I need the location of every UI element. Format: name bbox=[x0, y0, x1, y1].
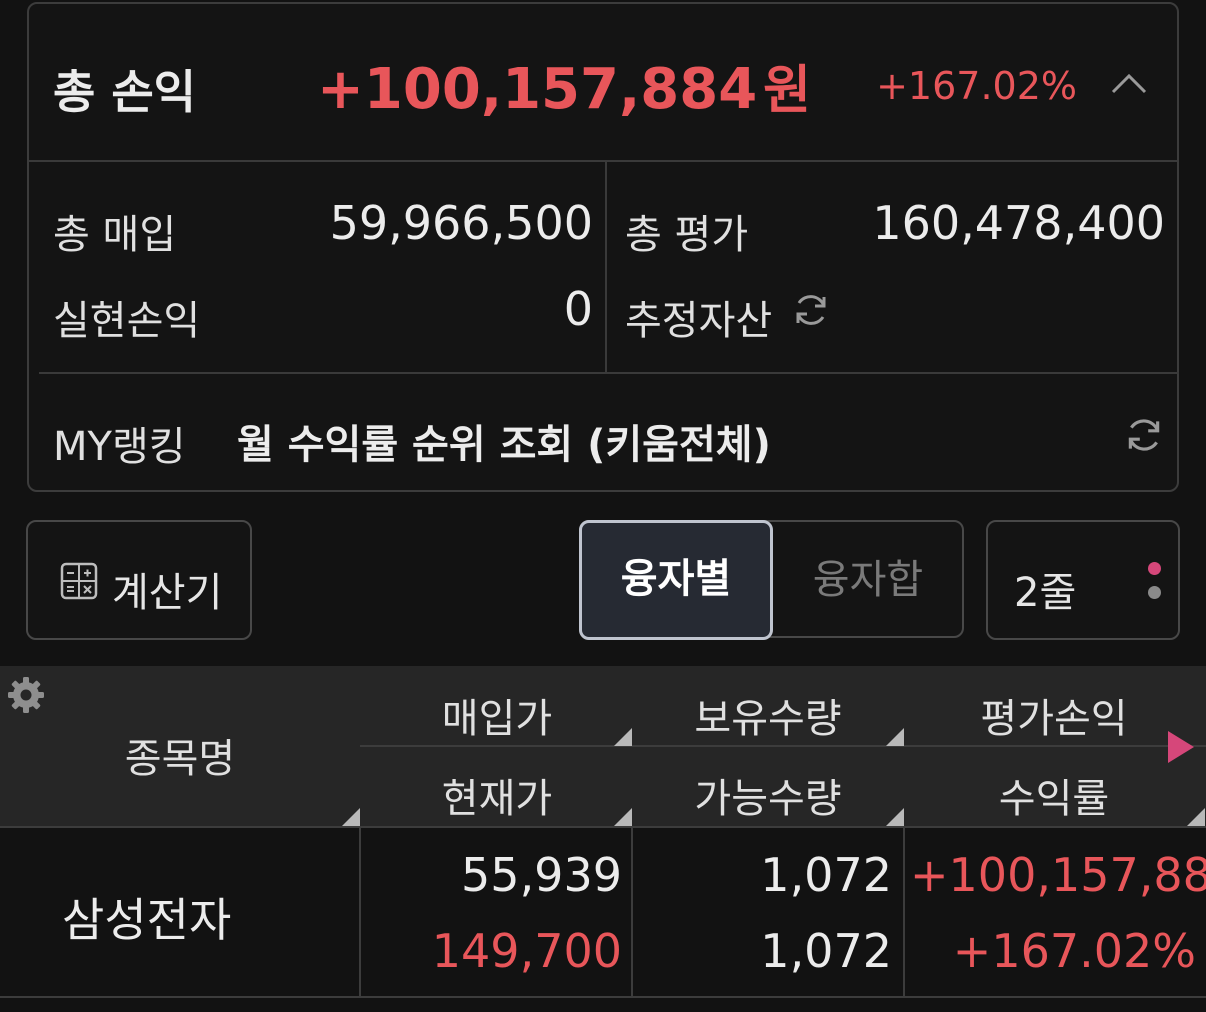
sort-corner-icon bbox=[614, 728, 632, 746]
row-lines-label: 2줄 bbox=[1014, 570, 1077, 616]
summary-details: 총 매입 59,966,500 총 평가 160,478,400 실현손익 0 … bbox=[29, 162, 1177, 373]
my-ranking-row[interactable]: MY랭킹 월 수익률 순위 조회 (키움전체) bbox=[39, 372, 1179, 492]
header-holding-qty[interactable]: 보유수량 bbox=[658, 686, 878, 744]
refresh-icon[interactable] bbox=[1123, 414, 1165, 456]
header-buy-price[interactable]: 매입가 bbox=[397, 686, 597, 744]
total-pl-label: 총 손익 bbox=[53, 65, 196, 119]
total-eval-label: 총 평가 bbox=[625, 212, 749, 258]
sort-corner-icon bbox=[886, 808, 904, 826]
current-price-cell: 149,700 bbox=[431, 924, 622, 978]
sort-corner-icon bbox=[1187, 808, 1205, 826]
column-divider bbox=[903, 826, 905, 998]
header-eval-pl[interactable]: 평가손익 bbox=[944, 686, 1164, 744]
holding-qty-cell: 1,072 bbox=[760, 848, 892, 902]
header-divider bbox=[360, 745, 1206, 747]
header-return-rate[interactable]: 수익률 bbox=[944, 766, 1164, 824]
return-rate-cell: +167.02% bbox=[952, 924, 1196, 978]
gear-icon[interactable] bbox=[7, 676, 45, 714]
available-qty-cell: 1,072 bbox=[760, 924, 892, 978]
more-dots-icon bbox=[1148, 586, 1161, 599]
stock-name[interactable]: 삼성전자 bbox=[62, 884, 231, 950]
currency-unit: 원 bbox=[763, 61, 811, 121]
estimated-assets-label: 추정자산 bbox=[625, 298, 773, 344]
account-summary-card: 총 손익 +100,157,884 원 +167.02% 총 매입 59,966,… bbox=[27, 2, 1179, 492]
sort-corner-icon bbox=[342, 808, 360, 826]
column-divider bbox=[631, 826, 633, 998]
total-pl-amount: +100,157,884 원 bbox=[317, 57, 811, 122]
eval-pl-cell: +100,157,884 bbox=[910, 848, 1206, 902]
sort-corner-icon bbox=[614, 808, 632, 826]
scroll-right-arrow-icon[interactable] bbox=[1168, 731, 1194, 763]
calculator-icon bbox=[60, 562, 98, 600]
column-divider bbox=[359, 826, 361, 998]
more-dots-icon bbox=[1148, 562, 1161, 575]
buy-price-cell: 55,939 bbox=[461, 848, 622, 902]
calculator-label: 계산기 bbox=[112, 570, 223, 616]
tab-loan-sum[interactable]: 융자합 bbox=[773, 522, 963, 638]
header-available-qty[interactable]: 가능수량 bbox=[658, 766, 878, 824]
total-eval-value: 160,478,400 bbox=[872, 196, 1165, 250]
column-divider bbox=[605, 162, 607, 373]
tab-by-loan[interactable]: 융자별 bbox=[579, 520, 773, 640]
total-pl-rate: +167.02% bbox=[876, 64, 1077, 108]
header-stock-name[interactable]: 종목명 bbox=[80, 726, 280, 784]
refresh-icon[interactable] bbox=[791, 290, 831, 330]
calculator-button[interactable]: 계산기 bbox=[26, 520, 252, 640]
loan-view-segmented-control: 융자별 융자합 bbox=[579, 520, 964, 640]
chevron-up-icon[interactable] bbox=[1109, 66, 1149, 100]
total-pl-row[interactable]: 총 손익 +100,157,884 원 +167.02% bbox=[29, 4, 1177, 162]
row-lines-toggle-button[interactable]: 2줄 bbox=[986, 520, 1180, 640]
ranking-link[interactable]: 월 수익률 순위 조회 (키움전체) bbox=[237, 412, 771, 470]
header-current-price[interactable]: 현재가 bbox=[397, 766, 597, 824]
realized-pl-value: 0 bbox=[563, 282, 593, 336]
total-buy-label: 총 매입 bbox=[53, 212, 177, 258]
ranking-label: MY랭킹 bbox=[53, 424, 186, 470]
total-buy-value: 59,966,500 bbox=[329, 196, 593, 250]
realized-pl-label: 실현손익 bbox=[53, 298, 201, 344]
sort-corner-icon bbox=[886, 728, 904, 746]
